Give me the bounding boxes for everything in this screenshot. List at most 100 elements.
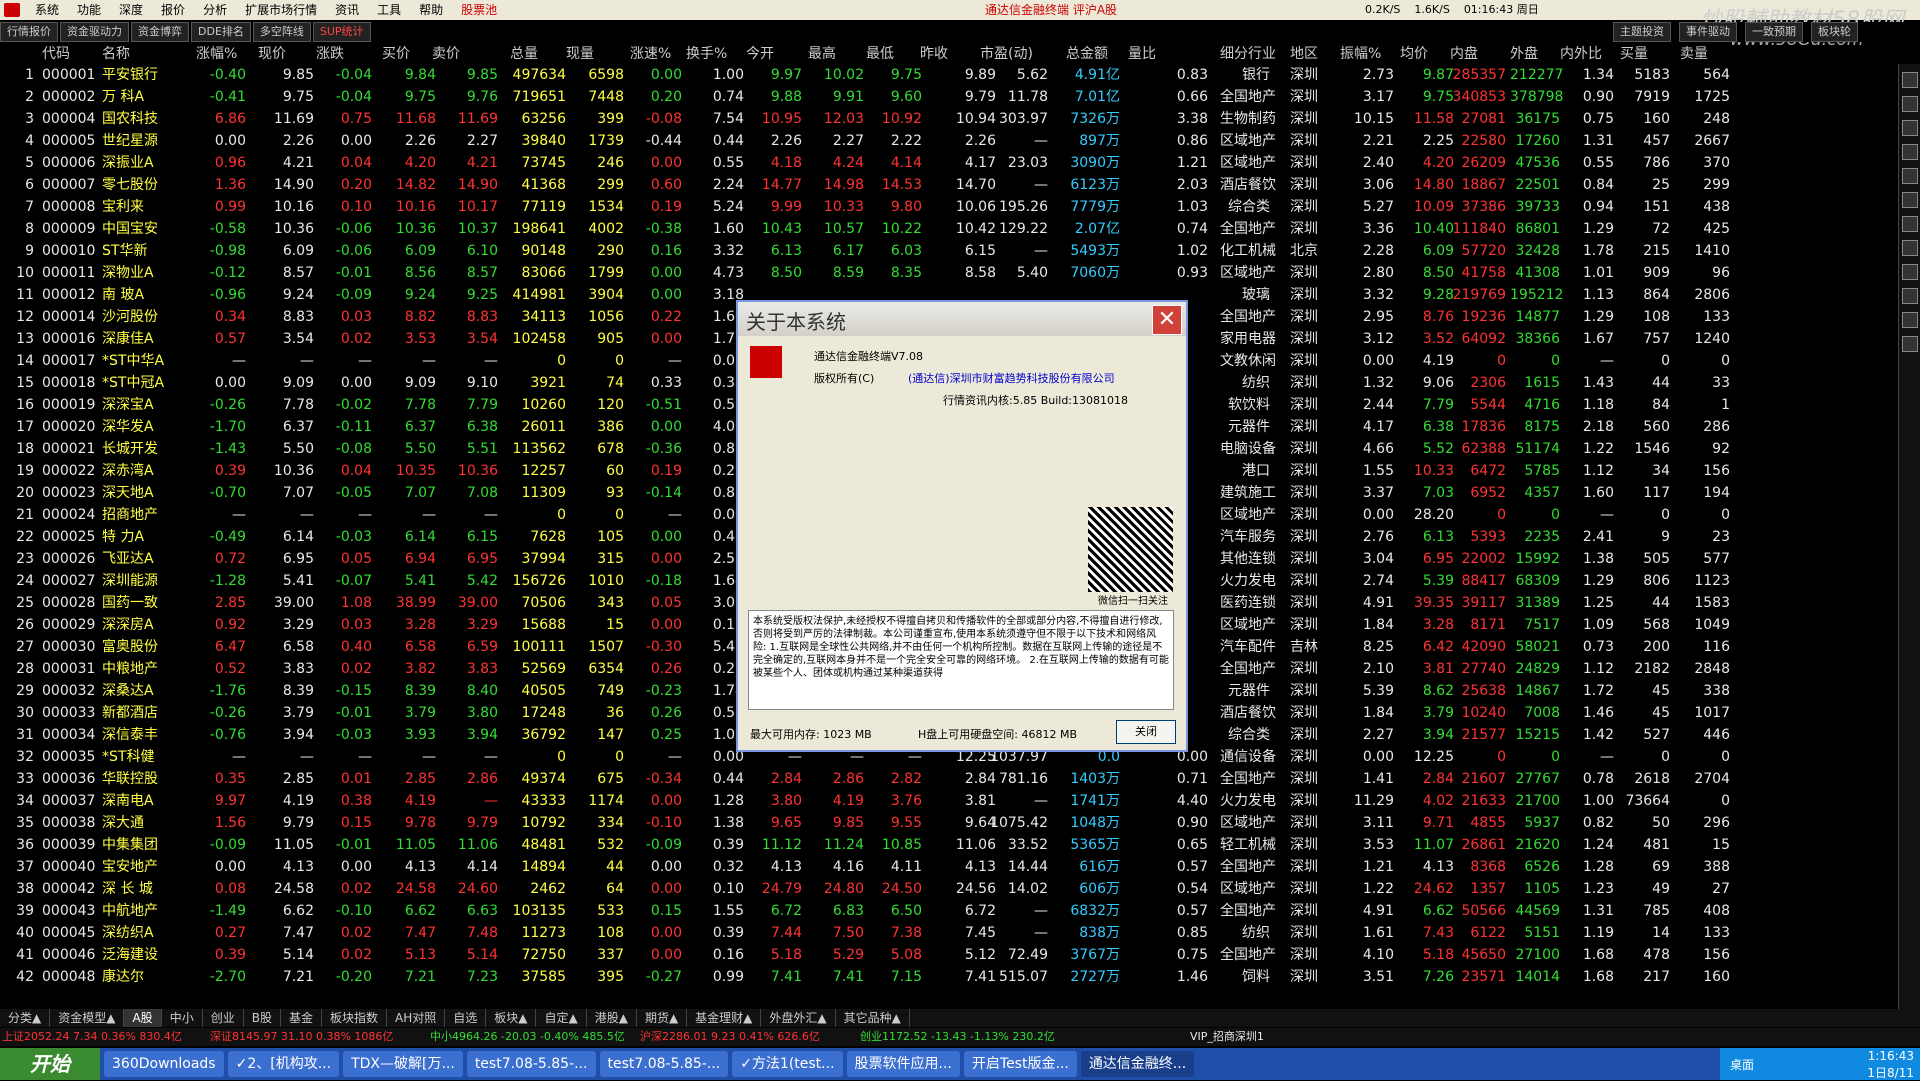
bottom-tab[interactable]: A股 (124, 1009, 162, 1027)
toolbar-icon[interactable] (1902, 240, 1918, 256)
table-row[interactable]: 9 000010 ST华新 -0.98 6.09 -0.06 6.09 6.10 90148 29… (0, 240, 1900, 262)
menu-quote[interactable]: 报价 (152, 0, 194, 20)
header-in-out-ratio[interactable]: 内外比 (1560, 44, 1602, 64)
taskbar-item[interactable]: test7.08-5.85-... (466, 1051, 596, 1077)
taskbar-item[interactable]: TDX—破解[万... (343, 1051, 463, 1077)
header-pe[interactable]: 市盈(动) (980, 44, 1033, 64)
table-row[interactable]: 7 000008 宝利来 0.99 10.16 0.10 10.16 10.17 77119 15… (0, 196, 1900, 218)
bottom-tab[interactable]: 板块▲ (486, 1009, 537, 1027)
header-bid[interactable]: 买价 (382, 44, 410, 64)
close-button[interactable]: 关闭 (1116, 720, 1176, 744)
taskbar-item[interactable]: 通达信金融终... (1080, 1051, 1195, 1077)
taskbar-item[interactable]: ✓2、[机构攻... (227, 1051, 340, 1077)
bottom-tab[interactable]: 外盘外汇▲ (761, 1009, 836, 1027)
table-row[interactable]: 40 000045 深纺织A 0.27 7.47 0.02 7.47 7.48 11273 108… (0, 922, 1900, 944)
license-notice[interactable]: 本系统受版权法保护,未经授权不得擅自拷贝和传播软件的全部或部分内容,不得擅自进行… (748, 610, 1174, 710)
menu-stock-pool[interactable]: 股票池 (452, 0, 506, 20)
header-bid-vol[interactable]: 买量 (1620, 44, 1648, 64)
table-row[interactable]: 5 000006 深振业A 0.96 4.21 0.04 4.20 4.21 73745 246 0… (0, 152, 1900, 174)
toolbar-icon[interactable] (1902, 312, 1918, 328)
header-stock-code[interactable]: 代码 (42, 44, 70, 64)
bottom-tab[interactable]: 基金理财▲ (687, 1009, 762, 1027)
header-change[interactable]: 涨跌 (316, 44, 344, 64)
toolbar-icon[interactable] (1902, 120, 1918, 136)
header-last-vol[interactable]: 现量 (566, 44, 594, 64)
table-row[interactable]: 6 000007 零七股份 1.36 14.90 0.20 14.82 14.90 41368 2… (0, 174, 1900, 196)
toolbar-icon[interactable] (1902, 72, 1918, 88)
taskbar-item[interactable]: 360Downloads (104, 1051, 224, 1077)
toolbar-icon[interactable] (1902, 216, 1918, 232)
table-row[interactable]: 39 000043 中航地产 -1.49 6.62 -0.10 6.62 6.63 103135… (0, 900, 1900, 922)
header-low[interactable]: 最低 (866, 44, 894, 64)
menu-info[interactable]: 资讯 (326, 0, 368, 20)
tab-fund-game[interactable]: 资金博弈 (131, 22, 189, 42)
bottom-tab[interactable]: AH对照 (387, 1009, 446, 1027)
start-button[interactable]: 开始 (0, 1048, 100, 1080)
toolbar-icon[interactable] (1902, 336, 1918, 352)
header-outer-vol[interactable]: 外盘 (1510, 44, 1538, 64)
header-speed-pct[interactable]: 涨速% (630, 44, 671, 64)
menu-tools[interactable]: 工具 (368, 0, 410, 20)
header-avg-price[interactable]: 均价 (1400, 44, 1428, 64)
menu-system[interactable]: 系统 (26, 0, 68, 20)
menu-extended-market[interactable]: 扩展市场行情 (236, 0, 326, 20)
table-row[interactable]: 37 000040 宝安地产 0.00 4.13 0.00 4.13 4.14 14894 44 0… (0, 856, 1900, 878)
table-row[interactable]: 38 000042 深 长 城 0.08 24.58 0.02 24.58 24.60 2462… (0, 878, 1900, 900)
bottom-tab[interactable]: 其它品种▲ (836, 1009, 910, 1027)
bottom-tab[interactable]: 基金 (281, 1009, 322, 1027)
bottom-tab[interactable]: 中小 (162, 1009, 203, 1027)
desktop-button[interactable]: 桌面 (1730, 1056, 1754, 1073)
header-vol-ratio[interactable]: 量比 (1128, 44, 1156, 64)
toolbar-icon[interactable] (1902, 192, 1918, 208)
company-link[interactable]: (通达信)深圳市财富趋势科技股份有限公司 (908, 370, 1115, 386)
header-change-pct[interactable]: 涨幅% (196, 44, 237, 64)
header-industry[interactable]: 细分行业 (1220, 44, 1276, 64)
header-prev-close[interactable]: 昨收 (920, 44, 948, 64)
bottom-tab[interactable]: 资金模型▲ (50, 1009, 125, 1027)
bottom-tab[interactable]: 分类▲ (0, 1009, 51, 1027)
header-volume[interactable]: 总量 (510, 44, 538, 64)
header-amplitude[interactable]: 振幅% (1340, 44, 1381, 64)
table-row[interactable]: 33 000036 华联控股 0.35 2.85 0.01 2.85 2.86 49374 675… (0, 768, 1900, 790)
table-row[interactable]: 1 000001 平安银行 -0.40 9.85 -0.04 9.84 9.85 497634 6… (0, 64, 1900, 86)
menu-help[interactable]: 帮助 (410, 0, 452, 20)
toolbar-icon[interactable] (1902, 264, 1918, 280)
table-row[interactable]: 35 000038 深大通 1.56 9.79 0.15 9.78 9.79 10792 334 -… (0, 812, 1900, 834)
table-row[interactable]: 3 000004 国农科技 6.86 11.69 0.75 11.68 11.69 63256 3… (0, 108, 1900, 130)
table-row[interactable]: 4 000005 世纪星源 0.00 2.26 0.00 2.26 2.27 39840 1739… (0, 130, 1900, 152)
tab-sector-rotation[interactable]: 板块轮 (1811, 22, 1858, 42)
tab-quotes[interactable]: 行情报价 (0, 22, 58, 42)
header-stock-name[interactable]: 名称 (102, 44, 130, 64)
toolbar-icon[interactable] (1902, 168, 1918, 184)
menu-function[interactable]: 功能 (68, 0, 110, 20)
taskbar-item[interactable]: ✓方法1(test... (732, 1051, 843, 1077)
bottom-tab[interactable]: 期货▲ (637, 1009, 688, 1027)
table-row[interactable]: 10 000011 深物业A -0.12 8.57 -0.01 8.56 8.57 83066 1… (0, 262, 1900, 284)
bottom-tab[interactable]: 板块指数 (322, 1009, 387, 1027)
bottom-tab[interactable]: B股 (244, 1009, 281, 1027)
table-row[interactable]: 2 000002 万 科A -0.41 9.75 -0.04 9.75 9.76 719651 7… (0, 86, 1900, 108)
header-ask-vol[interactable]: 卖量 (1680, 44, 1708, 64)
taskbar-item[interactable]: 开启Test版金... (963, 1051, 1077, 1077)
toolbar-icon[interactable] (1902, 288, 1918, 304)
header-ask[interactable]: 卖价 (432, 44, 460, 64)
tab-dde-rank[interactable]: DDE排名 (191, 22, 251, 42)
toolbar-icon[interactable] (1902, 96, 1918, 112)
header-turnover[interactable]: 换手% (686, 44, 727, 64)
tab-consensus[interactable]: 一致预期 (1745, 22, 1803, 42)
table-row[interactable]: 8 000009 中国宝安 -0.58 10.36 -0.06 10.36 10.37 1986… (0, 218, 1900, 240)
tab-event-driven[interactable]: 事件驱动 (1679, 22, 1737, 42)
header-region[interactable]: 地区 (1290, 44, 1318, 64)
header-high[interactable]: 最高 (808, 44, 836, 64)
header-price[interactable]: 现价 (258, 44, 286, 64)
bottom-tab[interactable]: 创业 (203, 1009, 244, 1027)
menu-analysis[interactable]: 分析 (194, 0, 236, 20)
tray-clock[interactable]: 1:16:43 (1868, 1049, 1914, 1063)
table-row[interactable]: 41 000046 泛海建设 0.39 5.14 0.02 5.13 5.14 72750 337… (0, 944, 1900, 966)
taskbar-item[interactable]: test7.08-5.85-... (599, 1051, 729, 1077)
toolbar-icon[interactable] (1902, 144, 1918, 160)
table-row[interactable]: 42 000048 康达尔 -2.70 7.21 -0.20 7.21 7.23 37585 39… (0, 966, 1900, 988)
taskbar-item[interactable]: 股票软件应用... (846, 1051, 960, 1077)
menu-depth[interactable]: 深度 (110, 0, 152, 20)
bottom-tab[interactable]: 自定▲ (536, 1009, 587, 1027)
